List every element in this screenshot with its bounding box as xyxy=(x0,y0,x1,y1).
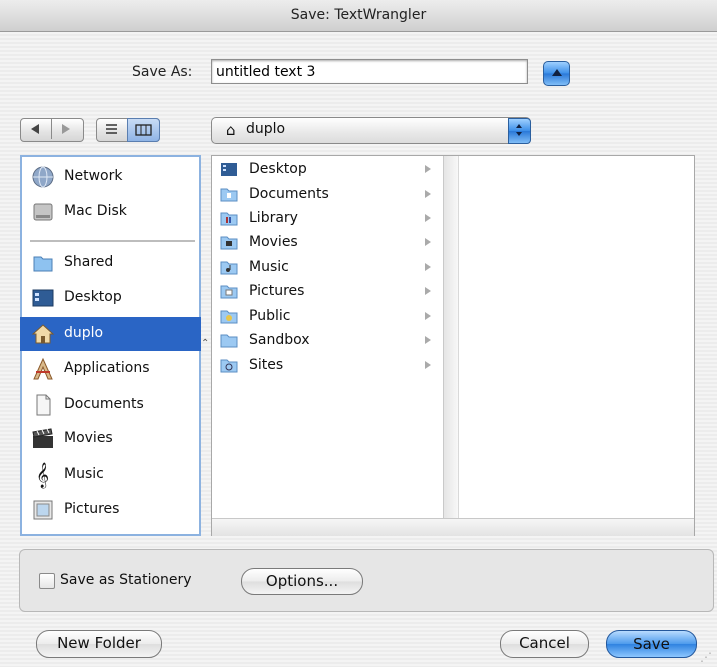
clapperboard-icon xyxy=(30,427,55,452)
public-folder-icon xyxy=(220,308,238,325)
column-item-label: Documents xyxy=(249,186,329,202)
sidebar-resize-handle[interactable]: ⌃ xyxy=(201,338,209,349)
disclosure-arrow-icon xyxy=(425,312,431,320)
column-item-label: Desktop xyxy=(249,161,307,177)
music-icon: 𝄞 xyxy=(35,463,49,488)
sidebar-item-duplo[interactable]: duplo xyxy=(20,317,201,351)
disclosure-arrow-icon xyxy=(425,263,431,271)
column-item-label: Pictures xyxy=(249,283,305,299)
pictures-folder-icon xyxy=(220,283,238,300)
list-view-icon xyxy=(106,124,117,134)
save-as-stationery-checkbox[interactable] xyxy=(39,573,55,589)
column-item-label: Public xyxy=(249,308,291,324)
disclosure-arrow-icon xyxy=(425,361,431,369)
sidebar-item-label: Movies xyxy=(64,430,113,446)
home-icon xyxy=(30,322,55,347)
column-item-label: Music xyxy=(249,259,289,275)
column-item-library[interactable]: Library xyxy=(212,207,443,231)
music-folder-icon xyxy=(220,259,238,276)
sidebar-item-label: Mac Disk xyxy=(64,203,127,219)
column-item-label: Sandbox xyxy=(249,332,310,348)
column-view-button[interactable] xyxy=(127,118,160,142)
column-view-icon xyxy=(135,124,152,136)
location-popup-value: duplo xyxy=(246,121,286,137)
sidebar-item-documents[interactable]: Documents xyxy=(20,388,201,422)
folder-icon xyxy=(30,251,55,276)
disclosure-arrow-icon xyxy=(425,165,431,173)
column-item-label: Sites xyxy=(249,357,284,373)
column-item-pictures[interactable]: Pictures xyxy=(212,280,443,304)
desktop-icon xyxy=(30,286,55,311)
column-item-music[interactable]: Music xyxy=(212,256,443,280)
column-item-sandbox[interactable]: Sandbox xyxy=(212,329,443,353)
disclosure-arrow-icon xyxy=(425,190,431,198)
sidebar-item-label: Music xyxy=(64,466,104,482)
picture-frame-icon xyxy=(30,498,55,523)
save-as-filename-input[interactable] xyxy=(211,59,528,84)
save-button[interactable]: Save xyxy=(606,630,697,658)
sidebar-item-network[interactable]: Network xyxy=(20,160,201,194)
sidebar-item-shared[interactable]: Shared xyxy=(20,246,201,280)
library-folder-icon xyxy=(220,210,238,227)
horizontal-scrollbar[interactable] xyxy=(212,518,694,536)
applications-icon xyxy=(30,357,55,382)
disclosure-arrow-icon xyxy=(425,238,431,246)
forward-button[interactable] xyxy=(51,118,82,140)
globe-icon xyxy=(30,165,55,190)
location-popup-arrows[interactable] xyxy=(508,118,531,144)
forward-arrow-icon xyxy=(62,124,70,134)
column-divider[interactable] xyxy=(443,156,459,518)
collapse-dialog-button[interactable] xyxy=(543,61,570,86)
triangle-up-icon xyxy=(551,69,562,76)
options-button[interactable]: Options... xyxy=(241,568,363,595)
sidebar-item-label: Desktop xyxy=(64,289,122,305)
home-icon: ⌂ xyxy=(226,121,236,139)
sidebar-item-desktop[interactable]: Desktop xyxy=(20,281,201,315)
document-icon xyxy=(30,393,55,418)
folder-icon xyxy=(220,332,238,349)
window-resize-grip[interactable]: ⋰ xyxy=(700,650,712,664)
sidebar-item-label: Network xyxy=(64,168,123,184)
disclosure-arrow-icon xyxy=(425,287,431,295)
disclosure-arrow-icon xyxy=(425,336,431,344)
sidebar-item-applications[interactable]: Applications xyxy=(20,352,201,386)
down-arrow-icon xyxy=(516,132,522,136)
sidebar-item-label: Pictures xyxy=(64,501,120,517)
sidebar-item-label: Documents xyxy=(64,396,144,412)
column-item-documents[interactable]: Documents xyxy=(212,183,443,207)
column-item-public[interactable]: Public xyxy=(212,305,443,329)
cancel-button[interactable]: Cancel xyxy=(500,630,589,658)
column-item-label: Movies xyxy=(249,234,298,250)
up-arrow-icon xyxy=(516,124,522,128)
save-as-label: Save As: xyxy=(132,64,193,80)
window-title: Save: TextWrangler xyxy=(290,7,427,23)
sidebar-item-label: duplo xyxy=(64,325,104,341)
column-item-sites[interactable]: Sites xyxy=(212,354,443,378)
hard-disk-icon xyxy=(30,200,55,225)
save-as-stationery-label[interactable]: Save as Stationery xyxy=(60,572,192,588)
sidebar-item-mac-disk[interactable]: Mac Disk xyxy=(20,195,201,229)
sidebar-item-movies[interactable]: Movies xyxy=(20,422,201,456)
movies-folder-icon xyxy=(220,234,238,251)
sidebar-item-label: Shared xyxy=(64,254,114,270)
window-title-bar[interactable]: Save: TextWrangler xyxy=(0,0,717,32)
sidebar-item-music[interactable]: 𝄞 Music xyxy=(20,458,201,492)
back-arrow-icon xyxy=(31,124,39,134)
column-item-desktop[interactable]: Desktop xyxy=(212,158,443,182)
desktop-folder-icon xyxy=(220,161,238,178)
sidebar-item-label: Applications xyxy=(64,360,150,376)
sites-folder-icon xyxy=(220,357,238,374)
column-item-label: Library xyxy=(249,210,298,226)
sidebar-item-pictures[interactable]: Pictures xyxy=(20,493,201,527)
back-button[interactable] xyxy=(20,118,51,140)
list-view-button[interactable] xyxy=(96,118,127,140)
disclosure-arrow-icon xyxy=(425,214,431,222)
documents-folder-icon xyxy=(220,186,238,203)
sidebar-separator xyxy=(30,240,195,242)
new-folder-button[interactable]: New Folder xyxy=(36,630,162,658)
column-item-movies[interactable]: Movies xyxy=(212,231,443,255)
